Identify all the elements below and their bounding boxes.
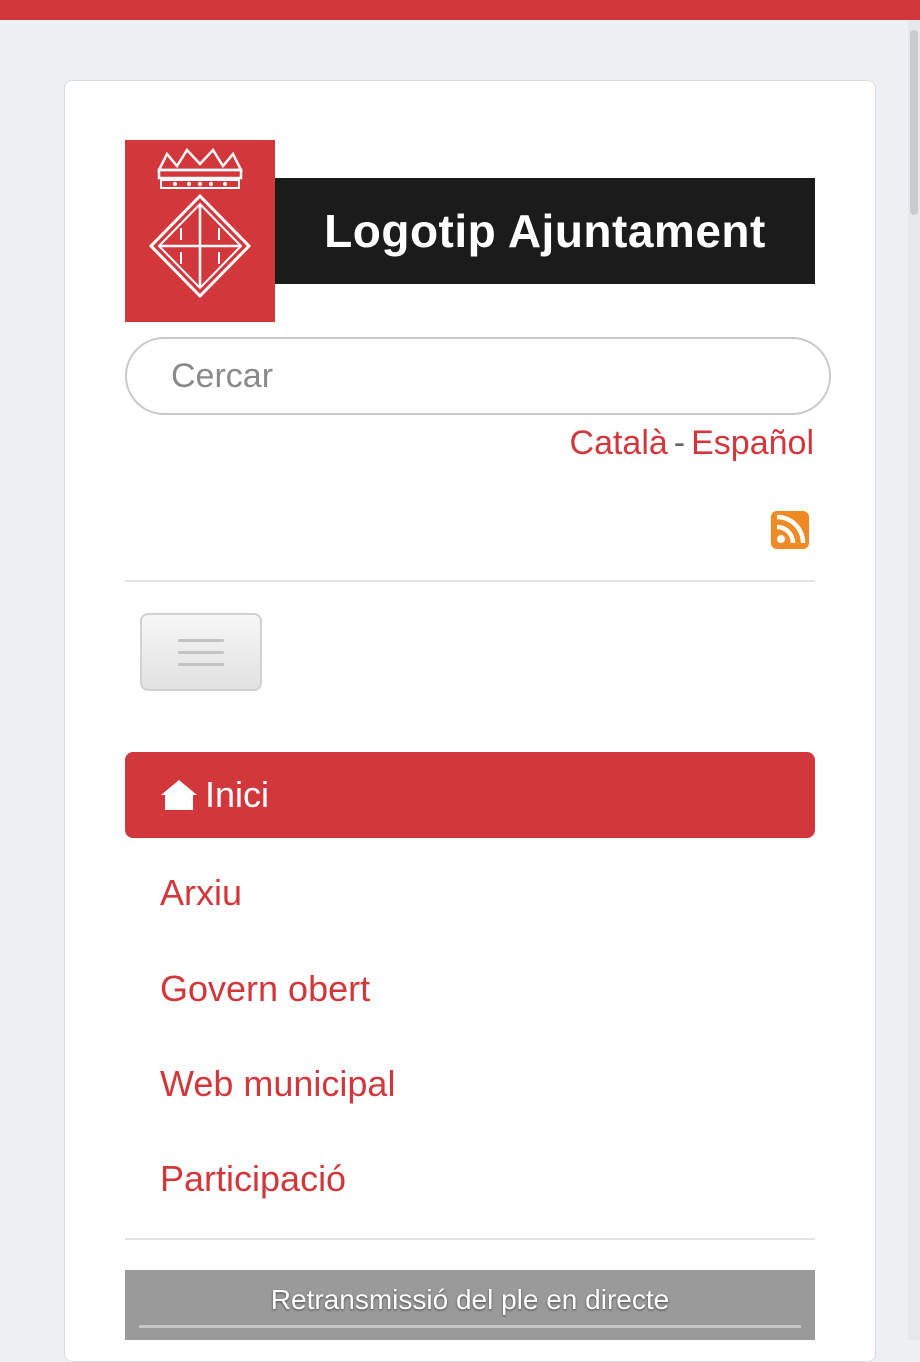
scrollbar-thumb[interactable] (910, 30, 918, 215)
logo-text: Logotip Ajuntament (324, 205, 766, 257)
home-icon (161, 780, 197, 810)
menu-toggle-button[interactable] (140, 613, 262, 691)
hamburger-bar (178, 650, 224, 654)
logo-text-panel: Logotip Ajuntament (275, 178, 815, 284)
coat-of-arms-icon (148, 147, 252, 299)
top-accent-bar (0, 0, 920, 20)
language-switcher: Català - Español (570, 424, 814, 463)
rss-feed-link[interactable] (770, 510, 810, 550)
section-divider (125, 1238, 815, 1240)
nav-item-participacio[interactable]: Participació (160, 1158, 346, 1200)
nav-item-web-municipal[interactable]: Web municipal (160, 1063, 395, 1105)
search-input[interactable] (125, 337, 831, 415)
live-stream-banner[interactable]: Retransmissió del ple en directe (125, 1270, 815, 1340)
language-link-catala[interactable]: Català (570, 424, 668, 462)
language-separator: - (673, 424, 686, 462)
site-logo[interactable]: Logotip Ajuntament (125, 140, 815, 322)
nav-item-label: Inici (205, 774, 270, 815)
language-link-espanol[interactable]: Español (691, 424, 814, 462)
hamburger-bar (178, 662, 224, 666)
scrollbar-track[interactable] (908, 20, 920, 1340)
nav-item-inici[interactable]: Inici (125, 752, 815, 838)
logo-emblem-panel (125, 140, 275, 322)
rss-icon (771, 511, 809, 549)
hamburger-bar (178, 638, 224, 642)
nav-item-arxiu[interactable]: Arxiu (160, 872, 242, 914)
section-divider (125, 580, 815, 582)
banner-fine-print (139, 1325, 801, 1328)
nav-item-govern-obert[interactable]: Govern obert (160, 968, 370, 1010)
banner-title: Retransmissió del ple en directe (270, 1284, 670, 1315)
